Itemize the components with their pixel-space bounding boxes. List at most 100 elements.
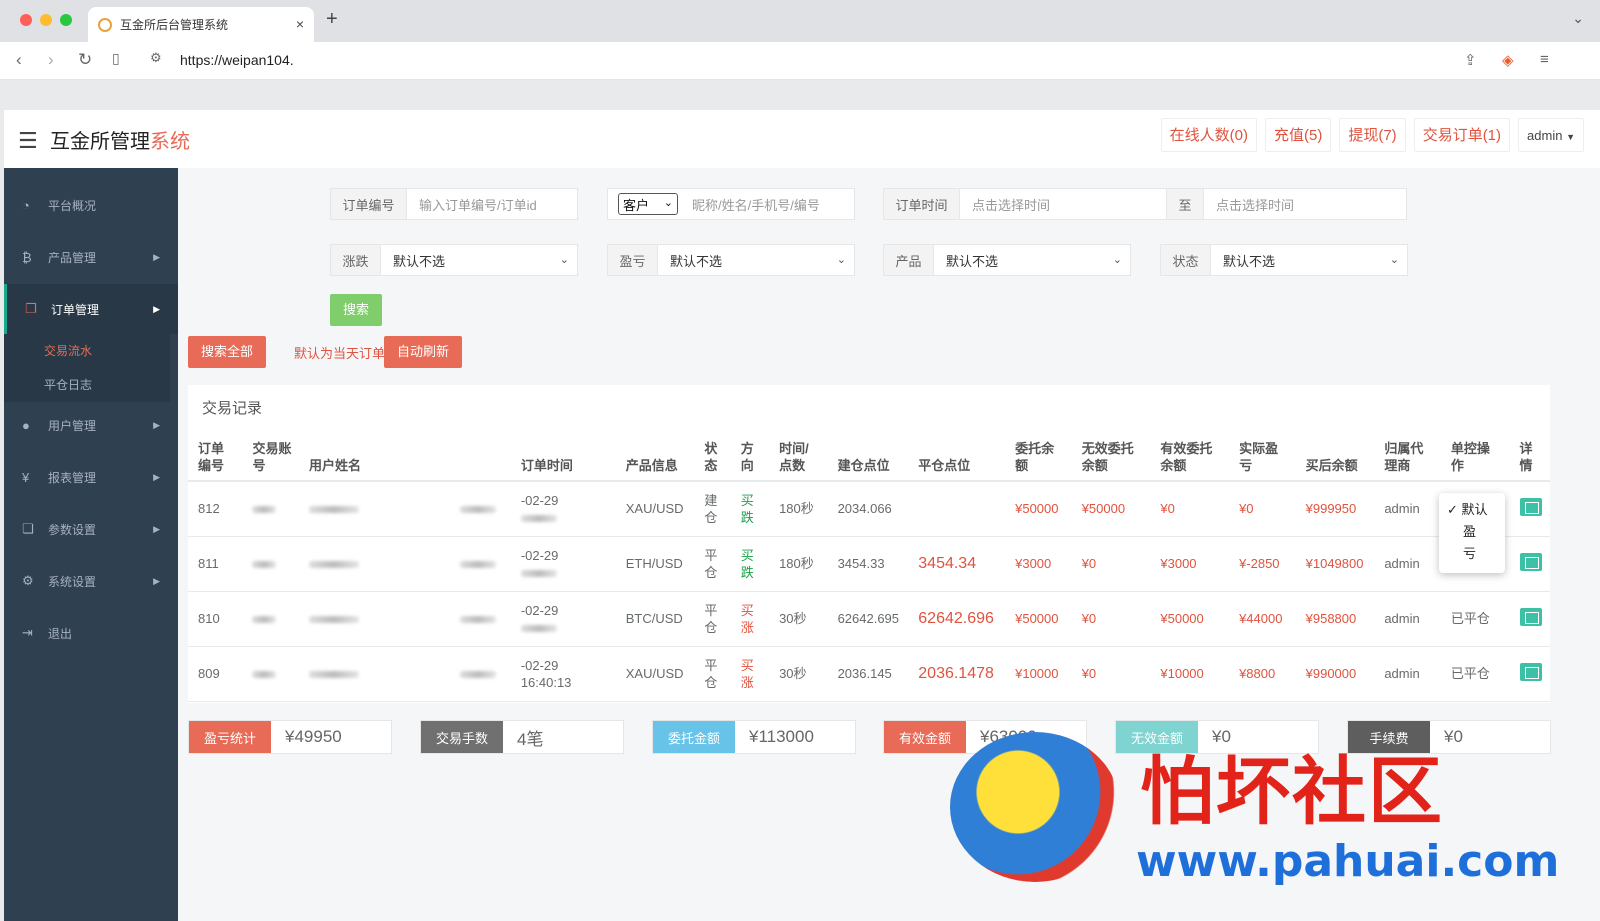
order-time: -02-29 xyxy=(510,591,616,647)
rise-fall-filter: 涨跌 默认不选 ⌄ xyxy=(330,244,578,276)
select-value: 默认不选 xyxy=(946,253,999,269)
forward-icon[interactable]: › xyxy=(48,50,54,70)
minimize-window-button[interactable] xyxy=(40,14,52,26)
stat-value: ¥49950 xyxy=(285,727,342,746)
duration: 30秒 xyxy=(769,591,828,647)
chevron-right-icon: ▶ xyxy=(153,575,160,586)
trade-records-panel: 交易记录 订单 编号 交易账 号用户姓名 订单时间 产品信息状 态方 向时间/ 点数建… xyxy=(188,385,1550,703)
panel-title: 交易记录 xyxy=(202,400,263,417)
valid-amount: ¥10000 xyxy=(1150,646,1230,702)
order-date: -02-29 xyxy=(520,492,559,508)
dropdown-option-loss[interactable]: 亏 xyxy=(1447,543,1505,565)
username-blurred xyxy=(298,481,451,537)
dropdown-option-default[interactable]: ✓ 默认 xyxy=(1447,499,1505,521)
agent: admin xyxy=(1374,591,1441,647)
order-date: -02-29 xyxy=(520,547,559,563)
browser-tab[interactable]: 互金所后台管理系统 × xyxy=(88,7,314,42)
reload-icon[interactable]: ↻ xyxy=(78,50,92,70)
stat-label: 盈亏统计 xyxy=(189,721,271,753)
duration: 180秒 xyxy=(769,481,828,537)
detail[interactable] xyxy=(1509,536,1550,592)
product-select[interactable]: 默认不选 ⌄ xyxy=(934,245,1130,275)
sidebar-item-overview[interactable]: ◔ 平台概况 xyxy=(4,180,178,230)
bookmark-icon[interactable]: ▯ xyxy=(112,50,120,67)
detail[interactable] xyxy=(1509,646,1550,702)
rise-fall-select[interactable]: 默认不选 ⌄ xyxy=(381,245,577,275)
order-no-input[interactable]: 输入订单编号/订单id xyxy=(407,189,577,219)
profit-select[interactable]: 默认不选 ⌄ xyxy=(658,245,854,275)
tab-close-icon[interactable]: × xyxy=(296,16,304,32)
site-settings-icon[interactable]: ⚙ xyxy=(150,50,162,66)
detail-icon[interactable] xyxy=(1519,607,1542,626)
yen-icon: ¥ xyxy=(22,469,30,485)
menu-icon[interactable]: ≡ xyxy=(1540,51,1549,68)
brave-shield-icon[interactable]: ◈ xyxy=(1502,51,1514,69)
sidebar-subitem-close-log[interactable]: 平仓日志 xyxy=(4,368,170,402)
detail[interactable] xyxy=(1509,481,1550,537)
admin-app: ☰ 互金所管理系统 在线人数(0) 充值(5) 提现(7) 交易订单(1) ad… xyxy=(4,110,1600,921)
detail[interactable] xyxy=(1509,591,1550,647)
sidebar-item-reports[interactable]: ¥ 报表管理 ▶ xyxy=(4,452,178,502)
table-row: 809 -02-29 16:40:13 XAU/USD 平 仓买 涨 30秒 2036.14… xyxy=(188,646,1550,702)
search-button[interactable]: 搜索 xyxy=(330,294,382,326)
sidebar-item-system[interactable]: ⚙ 系统设置 ▶ xyxy=(4,556,178,606)
new-tab-button[interactable]: + xyxy=(326,8,338,31)
close-price: 62642.696 xyxy=(908,591,1006,647)
user-icon: ● xyxy=(22,417,30,433)
balance-after: ¥999950 xyxy=(1295,481,1375,537)
sidebar-subitem-trade-flow[interactable]: 交易流水 xyxy=(4,334,170,368)
single-control-dropdown[interactable]: ✓ 默认 盈 亏 xyxy=(1439,493,1505,573)
url-text[interactable]: https://weipan104. xyxy=(180,52,294,68)
maximize-window-button[interactable] xyxy=(60,14,72,26)
status: 平 仓 xyxy=(694,591,731,647)
sidebar-item-params[interactable]: ❏ 参数设置 ▶ xyxy=(4,504,178,554)
sidebar-item-orders[interactable]: ❐ 订单管理 ▶ xyxy=(4,284,178,334)
column-header: 建仓点位 xyxy=(827,429,909,482)
dropdown-option-profit[interactable]: 盈 xyxy=(1447,521,1505,543)
back-icon[interactable]: ‹ xyxy=(16,50,22,70)
sidebar-item-label: 平台概况 xyxy=(48,198,97,213)
stat-value: ¥113000 xyxy=(749,727,814,746)
gears-icon: ⚙ xyxy=(22,573,34,588)
sidebar-item-users[interactable]: ● 用户管理 ▶ xyxy=(4,400,178,450)
trade-records-table: 订单 编号 交易账 号用户姓名 订单时间 产品信息状 态方 向时间/ 点数 建仓点位 平仓… xyxy=(188,429,1550,702)
stat-label: 交易手数 xyxy=(421,721,503,753)
client-type-select[interactable]: 客户 ⌄ xyxy=(618,193,678,215)
search-all-button[interactable]: 搜索全部 xyxy=(188,336,266,368)
order-clock: 16:40:13 xyxy=(520,674,572,690)
detail-icon[interactable] xyxy=(1519,497,1542,516)
status: 平 仓 xyxy=(694,536,731,592)
auto-refresh-button[interactable]: 自动刷新 xyxy=(384,336,462,368)
online-count-link[interactable]: 在线人数(0) xyxy=(1160,118,1257,152)
time-to-input[interactable]: 点击选择时间 xyxy=(1204,189,1406,219)
single-control[interactable]: 已平仓 xyxy=(1440,591,1510,647)
table-header-row: 订单 编号 交易账 号用户姓名 订单时间 产品信息状 态方 向时间/ 点数 建仓点位 平仓… xyxy=(188,429,1550,482)
tab-list-chevron-icon[interactable]: ⌄ xyxy=(1572,10,1584,27)
time-from-input[interactable]: 点击选择时间 xyxy=(960,189,1166,219)
detail-icon[interactable] xyxy=(1519,552,1542,571)
chevron-right-icon: ▶ xyxy=(153,419,160,430)
column-header: 方 向 xyxy=(730,429,770,482)
profit-filter: 盈亏 默认不选 ⌄ xyxy=(607,244,855,276)
user-menu[interactable]: admin ▼ xyxy=(1518,118,1584,152)
top-nav: 在线人数(0) 充值(5) 提现(7) 交易订单(1) admin ▼ xyxy=(1160,118,1584,152)
recharge-link[interactable]: 充值(5) xyxy=(1265,118,1332,152)
detail-icon[interactable] xyxy=(1519,662,1542,681)
actual-profit: ¥44000 xyxy=(1229,591,1296,647)
hamburger-icon[interactable]: ☰ xyxy=(18,128,38,154)
direction: 买 跌 xyxy=(730,536,770,592)
order-id: 812 xyxy=(188,481,243,537)
single-control[interactable]: 已平仓 xyxy=(1440,646,1510,702)
status: 平 仓 xyxy=(694,646,731,702)
chevron-down-icon: ⌄ xyxy=(1112,254,1122,266)
account-blurred xyxy=(242,591,299,647)
client-search-input[interactable]: 昵称/姓名/手机号/编号 xyxy=(688,189,854,219)
share-icon[interactable]: ⇪ xyxy=(1464,51,1477,69)
trade-orders-link[interactable]: 交易订单(1) xyxy=(1413,118,1511,152)
sidebar-item-products[interactable]: ₿ 产品管理 ▶ xyxy=(4,232,178,282)
chevron-right-icon: ▶ xyxy=(153,471,160,482)
sidebar-item-logout[interactable]: ⇥ 退出 xyxy=(4,608,178,658)
status-select[interactable]: 默认不选 ⌄ xyxy=(1211,245,1407,275)
close-window-button[interactable] xyxy=(20,14,32,26)
withdraw-link[interactable]: 提现(7) xyxy=(1339,118,1406,152)
